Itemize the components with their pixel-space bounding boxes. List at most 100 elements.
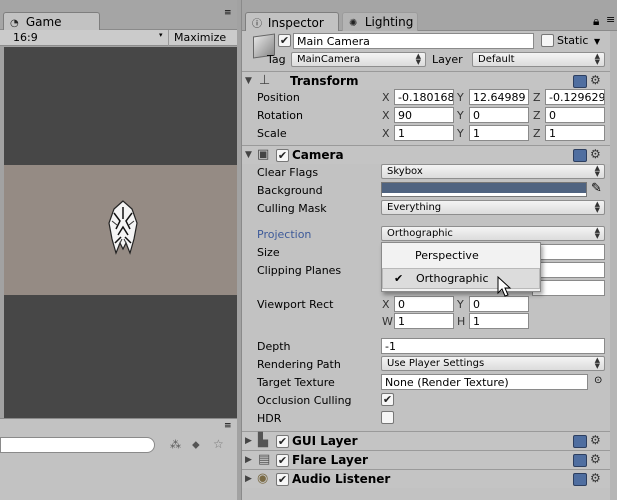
popup-option-orthographic-label: Orthographic xyxy=(416,272,489,285)
position-y-field[interactable]: 12.64989 xyxy=(469,89,529,105)
foldout-triangle-icon[interactable]: ▶ xyxy=(245,455,252,465)
gear-icon[interactable]: ⚙ xyxy=(590,147,601,161)
clipping-near-field[interactable] xyxy=(532,262,605,278)
transform-header[interactable]: ▼ ⊥ Transform ⚙ xyxy=(242,71,617,90)
search-input[interactable] xyxy=(0,437,155,453)
panel-menu-icon[interactable]: ≡ xyxy=(606,13,615,26)
target-texture-field[interactable]: None (Render Texture) xyxy=(381,374,588,390)
audio-listener-header[interactable]: ▶ ◉ ✔ Audio Listener ⚙ xyxy=(242,469,617,488)
reference-book-icon[interactable] xyxy=(573,149,587,162)
layer-dropdown[interactable]: Default ▲ ▼ xyxy=(472,52,605,67)
projection-dropdown[interactable]: Orthographic ▲ ▼ xyxy=(381,226,605,241)
viewport-y-field[interactable]: 0 xyxy=(469,296,529,312)
culling-mask-dropdown[interactable]: Everything ▲ ▼ xyxy=(381,200,605,215)
chevron-down-icon[interactable]: ▼ xyxy=(594,37,600,46)
viewport-rect-label: Viewport Rect xyxy=(257,298,334,311)
checkmark-icon: ✔ xyxy=(394,272,404,285)
inspector-scrollbar[interactable] xyxy=(610,31,617,500)
panel-menu-icon[interactable]: ≡ xyxy=(224,421,232,431)
position-z-field[interactable]: -0.129629 xyxy=(545,89,605,105)
background-color-swatch[interactable] xyxy=(381,182,587,197)
camera-icon: ▣ xyxy=(257,147,270,162)
game-toolbar: 16:9 ▾ Maximize on xyxy=(0,30,237,57)
foldout-triangle-icon[interactable]: ▶ xyxy=(245,436,252,446)
dropdown-arrows-icon: ▲ ▼ xyxy=(594,164,600,178)
axis-x-label: X xyxy=(382,91,390,104)
reference-book-icon[interactable] xyxy=(573,435,587,448)
projection-popup-menu: Perspective ✔ Orthographic xyxy=(381,242,541,292)
occlusion-culling-label: Occlusion Culling xyxy=(257,394,352,407)
rendering-path-dropdown[interactable]: Use Player Settings ▲ ▼ xyxy=(381,356,605,371)
scale-label: Scale xyxy=(257,127,287,140)
tag-label: Tag xyxy=(267,53,286,66)
popup-option-perspective[interactable]: Perspective xyxy=(382,246,540,267)
depth-label: Depth xyxy=(257,340,291,353)
viewport-w-field[interactable]: 1 xyxy=(394,313,454,329)
axis-x-label: X xyxy=(382,127,390,140)
reference-book-icon[interactable] xyxy=(573,75,587,88)
reference-book-icon[interactable] xyxy=(573,454,587,467)
dropdown-arrows-icon: ▲ ▼ xyxy=(594,52,600,66)
audio-listener-checkbox[interactable]: ✔ xyxy=(276,473,289,486)
projection-label: Projection xyxy=(257,228,312,241)
scale-z-field[interactable]: 1 xyxy=(545,125,605,141)
object-picker-icon[interactable]: ⊙ xyxy=(594,375,602,386)
bottom-panel: ≡ ⁂ ⬥ ☆ xyxy=(0,418,237,500)
scale-y-field[interactable]: 1 xyxy=(469,125,529,141)
flare-layer-checkbox[interactable]: ✔ xyxy=(276,454,289,467)
viewport-x-field[interactable]: 0 xyxy=(394,296,454,312)
clipping-planes-label: Clipping Planes xyxy=(257,264,342,277)
object-name-field[interactable]: Main Camera xyxy=(293,33,534,49)
clipping-far-field[interactable] xyxy=(532,280,605,296)
gear-icon[interactable]: ⚙ xyxy=(590,433,601,447)
rendering-path-value: Use Player Settings xyxy=(387,358,485,369)
aspect-dropdown[interactable]: 16:9 xyxy=(13,31,38,44)
axis-y-label: Y xyxy=(457,298,464,311)
gui-layer-header[interactable]: ▶ ▙ ✔ GUI Layer ⚙ xyxy=(242,431,617,450)
static-checkbox[interactable] xyxy=(541,34,554,47)
chevron-down-icon: ▾ xyxy=(159,31,163,39)
eyedropper-icon[interactable]: ✎ xyxy=(591,181,602,196)
clear-flags-value: Skybox xyxy=(387,166,423,177)
depth-field[interactable]: -1 xyxy=(381,338,605,354)
tag-dropdown[interactable]: MainCamera ▲ ▼ xyxy=(291,52,426,67)
size-field[interactable] xyxy=(532,244,605,260)
occlusion-culling-checkbox[interactable]: ✔ xyxy=(381,393,394,406)
gear-icon[interactable]: ⚙ xyxy=(590,471,601,485)
camera-enabled-checkbox[interactable]: ✔ xyxy=(276,149,289,162)
projection-value: Orthographic xyxy=(387,228,453,239)
rotation-y-field[interactable]: 0 xyxy=(469,107,529,123)
foldout-triangle-icon[interactable]: ▼ xyxy=(245,76,252,86)
gear-icon[interactable]: ⚙ xyxy=(590,452,601,466)
rotation-x-field[interactable]: 90 xyxy=(394,107,454,123)
hdr-checkbox[interactable] xyxy=(381,411,394,424)
axis-y-label: Y xyxy=(457,127,464,140)
gui-layer-checkbox[interactable]: ✔ xyxy=(276,435,289,448)
star-icon[interactable]: ☆ xyxy=(213,437,224,451)
game-viewport[interactable] xyxy=(4,47,237,419)
gear-icon[interactable]: ⚙ xyxy=(590,73,601,87)
position-label: Position xyxy=(257,91,300,104)
foldout-triangle-icon[interactable]: ▼ xyxy=(245,150,252,160)
tab-inspector[interactable]: ⓘ Inspector xyxy=(245,12,339,31)
dropdown-arrows-icon: ▲ ▼ xyxy=(594,200,600,214)
game-tab-label: Game xyxy=(25,15,62,29)
rotation-z-field[interactable]: 0 xyxy=(545,107,605,123)
panel-menu-icon[interactable]: ≡ xyxy=(224,8,232,18)
flare-layer-header[interactable]: ▶ ▤ ✔ Flare Layer ⚙ xyxy=(242,450,617,469)
lock-icon[interactable]: 🔒︎ xyxy=(593,14,599,29)
reference-book-icon[interactable] xyxy=(573,473,587,486)
foldout-triangle-icon[interactable]: ▶ xyxy=(245,474,252,484)
clear-flags-dropdown[interactable]: Skybox ▲ ▼ xyxy=(381,164,605,179)
camera-header[interactable]: ▼ ▣ ✔ Camera ⚙ xyxy=(242,145,617,164)
active-checkbox[interactable]: ✔ xyxy=(278,34,291,47)
popup-option-orthographic[interactable]: ✔ Orthographic xyxy=(382,268,540,289)
viewport-h-field[interactable]: 1 xyxy=(469,313,529,329)
game-panel: ◔ Game ≡ 16:9 ▾ Maximize on ≡ ⁂ ⬥ ☆ xyxy=(0,0,237,500)
scale-x-field[interactable]: 1 xyxy=(394,125,454,141)
filter-by-type-icon[interactable]: ⁂ xyxy=(170,438,181,451)
tab-game[interactable]: ◔ Game xyxy=(3,12,100,31)
position-x-field[interactable]: -0.180168 xyxy=(394,89,454,105)
tag-icon[interactable]: ⬥ xyxy=(192,438,200,452)
tab-lighting[interactable]: ✺ Lighting xyxy=(342,12,418,31)
